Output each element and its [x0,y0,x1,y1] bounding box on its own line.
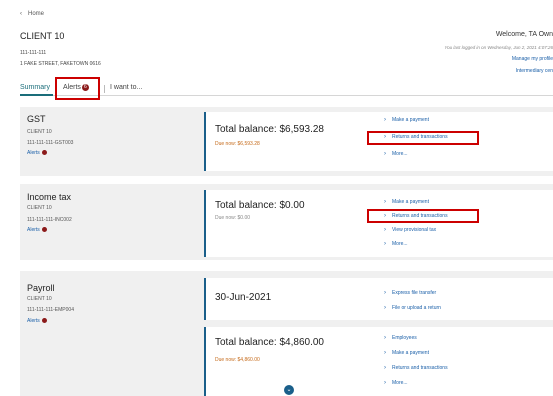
account-alerts-label: Alerts [27,318,40,324]
account-section-payroll: Payroll CLIENT 10 111-111-111-EMP004 Ale… [20,271,553,396]
link-label: More... [392,151,408,157]
make-payment-link[interactable]: › Make a payment [384,199,429,205]
alert-dot-icon [41,227,47,232]
tab-summary[interactable]: Summary [20,84,50,91]
account-client: CLIENT 10 [27,205,52,211]
account-number: 111-111-111-INC002 [27,217,72,223]
account-alerts-link[interactable]: Alerts [27,150,47,156]
chevron-left-icon: ‹ [20,11,22,17]
link-label: More... [392,241,408,247]
account-name: GST [27,114,46,124]
home-label: Home [28,11,45,17]
chevron-right-icon: › [384,335,386,341]
file-upload-return-link[interactable]: › File or upload a return [384,305,441,311]
due-now: Due now: $6,593.28 [215,141,260,147]
balance-card-income-tax: Total balance: $0.00 Due now: $0.00 › Mak… [204,190,553,257]
highlight-box-gst-returns [367,131,479,145]
link-label: More... [392,380,408,386]
active-tab-indicator [20,94,53,96]
chevron-right-icon: › [384,380,386,386]
scroll-down-button[interactable]: ⌄ [284,385,294,395]
chevron-right-icon: › [384,365,386,371]
intermediary-centre-link[interactable]: Intermediary cen [516,68,553,74]
link-label: Make a payment [392,117,429,123]
due-date-card-payroll: 30-Jun-2021 › Express file transfer › File… [204,278,553,320]
chevron-down-icon: ⌄ [286,387,292,393]
link-label: View provisional tax [392,227,437,233]
chevron-right-icon: › [384,290,386,296]
last-login-text: You last logged in on Wednesday, Jun 2, … [444,45,553,50]
account-alerts-link[interactable]: Alerts [27,227,47,233]
due-now: Due now: $0.00 [215,215,251,221]
view-provisional-tax-link[interactable]: › View provisional tax [384,227,436,233]
total-balance: Total balance: $4,860.00 [215,337,324,348]
link-label: Make a payment [392,199,429,205]
chevron-right-icon: › [384,199,386,205]
client-address: 1 FAKE STREET, FAKETOWN 0616 [20,61,101,67]
link-label: File or upload a return [392,305,441,311]
total-balance: Total balance: $0.00 [215,200,305,211]
account-name: Income tax [27,192,72,202]
link-label: Returns and transactions [392,365,448,371]
balance-card-payroll: Total balance: $4,860.00 Due now: $4,860… [204,327,553,396]
home-link[interactable]: ‹ Home [20,11,44,17]
chevron-right-icon: › [384,117,386,123]
make-payment-link[interactable]: › Make a payment [384,117,429,123]
link-label: Express file transfer [392,290,437,296]
chevron-right-icon: › [384,350,386,356]
chevron-right-icon: › [384,241,386,247]
chevron-right-icon: › [384,305,386,311]
returns-transactions-link[interactable]: › Returns and transactions [384,365,448,371]
tab-divider [104,85,105,93]
account-name: Payroll [27,283,55,293]
alert-dot-icon [41,150,47,155]
welcome-text: Welcome, TA Own [495,31,553,38]
chevron-right-icon: › [384,227,386,233]
link-label: Make a payment [392,350,429,356]
due-date: 30-Jun-2021 [215,292,272,303]
express-file-transfer-link[interactable]: › Express file transfer [384,290,436,296]
manage-profile-link[interactable]: Manage my profile [512,56,553,62]
account-number: 111-111-111-GST003 [27,140,74,146]
highlight-box-alerts-tab [55,77,100,100]
account-client: CLIENT 10 [27,129,52,135]
account-alerts-label: Alerts [27,227,40,233]
more-link[interactable]: › More... [384,241,408,247]
employees-link[interactable]: › Employees [384,335,417,341]
due-now: Due now: $4,860.00 [215,357,260,363]
account-client: CLIENT 10 [27,296,52,302]
account-alerts-link[interactable]: Alerts [27,318,47,324]
chevron-right-icon: › [384,151,386,157]
make-payment-link[interactable]: › Make a payment [384,350,429,356]
alert-dot-icon [41,318,47,323]
total-balance: Total balance: $6,593.28 [215,124,324,135]
link-label: Employees [392,335,417,341]
tab-i-want-to[interactable]: I want to... [110,84,142,91]
page-title: CLIENT 10 [20,31,65,41]
account-number: 111-111-111-EMP004 [27,307,74,313]
more-link[interactable]: › More... [384,380,408,386]
more-link[interactable]: › More... [384,151,408,157]
account-alerts-label: Alerts [27,150,40,156]
highlight-box-income-returns [367,209,479,223]
client-id: 111-111-111 [20,50,47,56]
